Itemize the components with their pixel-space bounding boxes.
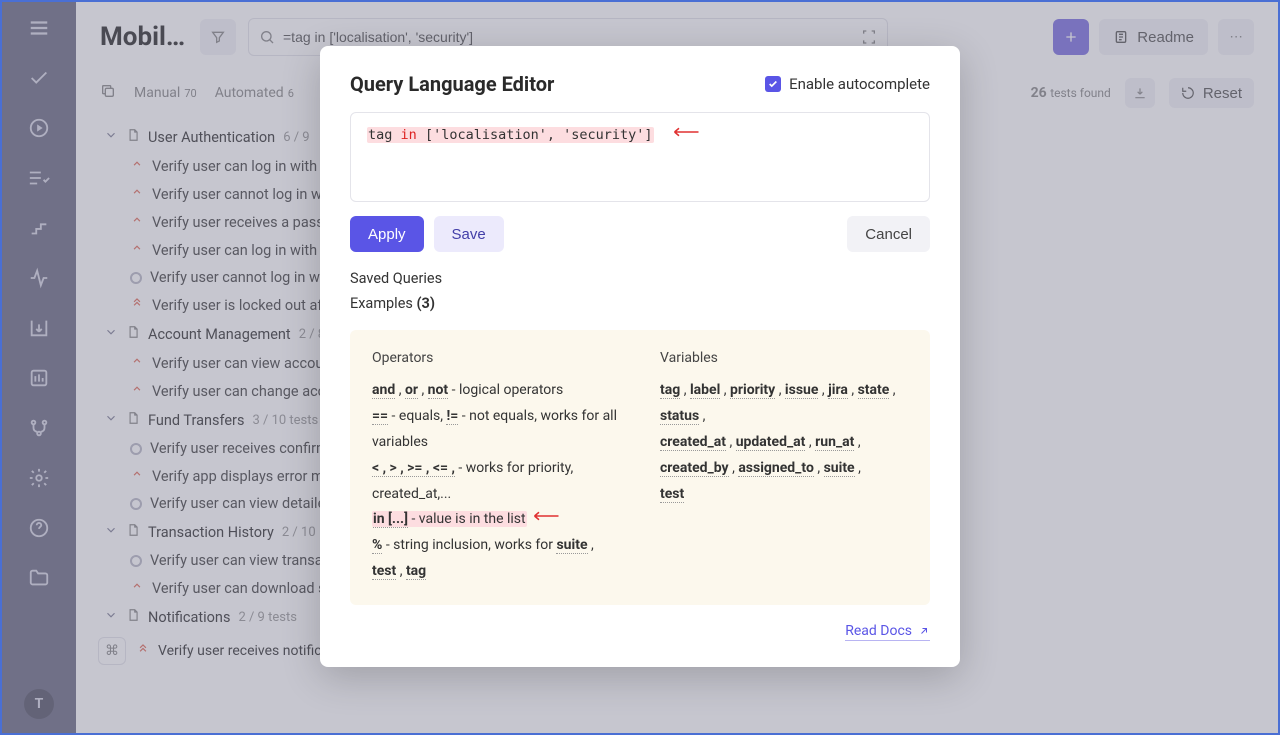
help-panel: Operators and , or , not - logical opera… (350, 330, 930, 605)
apply-button[interactable]: Apply (350, 216, 424, 252)
autocomplete-toggle[interactable]: Enable autocomplete (765, 75, 930, 93)
checkbox-checked-icon (765, 76, 781, 92)
query-editor-modal: Query Language Editor Enable autocomplet… (320, 46, 960, 667)
arrow-annotation-icon (670, 125, 700, 139)
variables-column: Variables tag , label , priority , issue… (660, 350, 908, 585)
operators-column: Operators and , or , not - logical opera… (372, 350, 620, 585)
examples-link[interactable]: Examples (3) (350, 295, 930, 312)
cancel-button[interactable]: Cancel (847, 216, 930, 252)
save-button[interactable]: Save (434, 216, 504, 252)
read-docs-link[interactable]: Read Docs (845, 623, 930, 641)
modal-backdrop: Query Language Editor Enable autocomplet… (2, 2, 1278, 733)
saved-queries-link[interactable]: Saved Queries (350, 270, 930, 287)
arrow-annotation-icon (530, 509, 560, 523)
modal-title: Query Language Editor (350, 72, 554, 96)
code-editor[interactable]: tag in ['localisation', 'security'] (350, 112, 930, 202)
